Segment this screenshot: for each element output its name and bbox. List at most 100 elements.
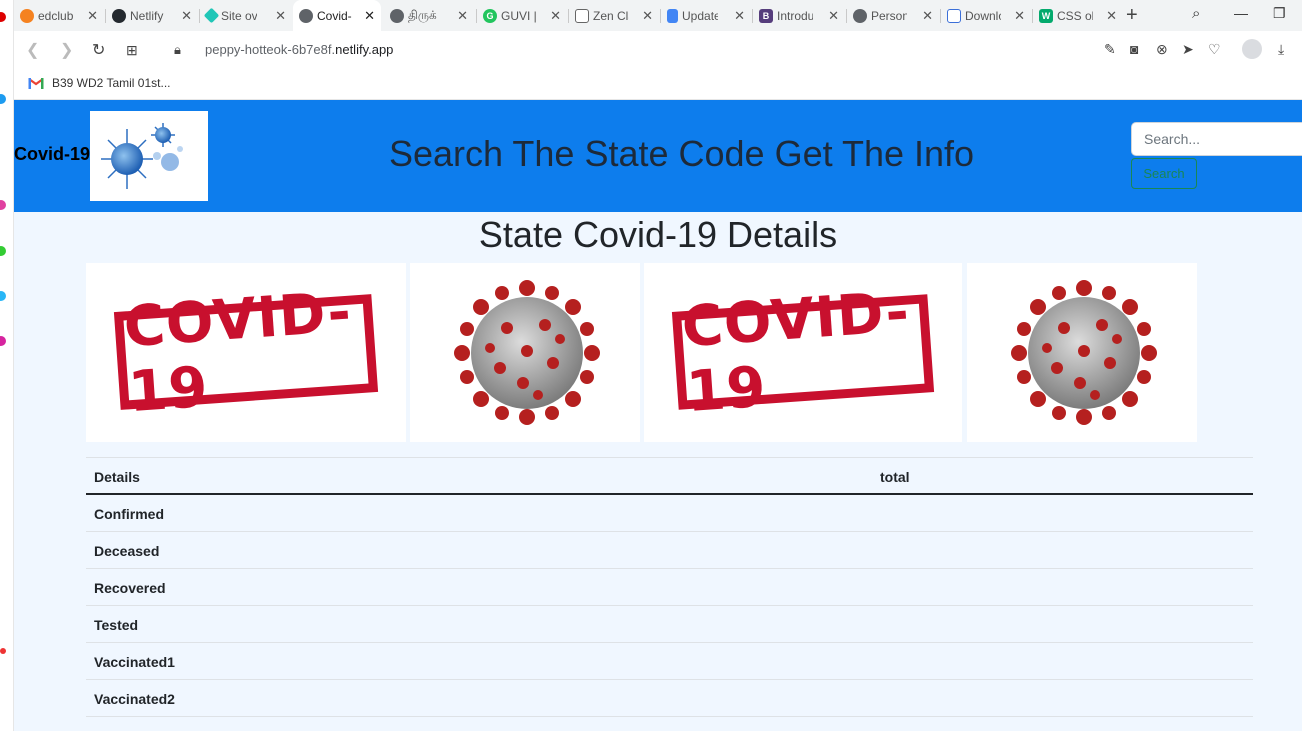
row-label: Confirmed — [94, 506, 164, 522]
close-icon[interactable]: ✕ — [828, 8, 839, 24]
search-tabs-icon[interactable]: ⌕ — [1192, 5, 1200, 22]
close-icon[interactable]: ✕ — [87, 8, 98, 24]
close-icon[interactable]: ✕ — [1014, 8, 1025, 24]
column-header-details: Details — [94, 469, 140, 485]
stamp-text: COVID-19 — [671, 280, 935, 425]
bookmark-label: B39 WD2 Tamil 01st... — [52, 76, 171, 90]
docs-icon — [667, 8, 678, 23]
globe-icon — [390, 8, 404, 23]
tab-label: GUVI | — [501, 8, 537, 23]
tab-label: Downlo — [965, 8, 1001, 23]
tab-zen-class[interactable]: Zen Cla ✕ — [569, 0, 659, 31]
restore-icon[interactable]: ❐ — [1273, 5, 1286, 22]
table-row: Recovered — [86, 569, 1253, 606]
header-title: Search The State Code Get The Info — [389, 133, 975, 174]
flag-icon — [947, 8, 961, 23]
bootstrap-icon: B — [759, 8, 773, 23]
tab-edclub[interactable]: edclub ✕ — [14, 0, 104, 31]
tab-update[interactable]: Update ✕ — [661, 0, 751, 31]
close-icon[interactable]: ✕ — [734, 8, 745, 24]
state-search-input[interactable] — [1131, 122, 1302, 156]
browser-window: edclub ✕ Netlify ✕ Site ov ✕ Covid- ✕ தி… — [0, 0, 1302, 731]
lock-icon[interactable]: 🔒︎ — [174, 42, 181, 58]
stamp-text: COVID-19 — [113, 280, 379, 425]
back-icon[interactable]: ❮ — [26, 40, 39, 60]
globe-icon — [299, 8, 313, 23]
app-icon[interactable] — [0, 12, 6, 22]
close-icon[interactable]: ✕ — [275, 8, 286, 24]
row-label: Recovered — [94, 580, 166, 596]
close-icon[interactable]: ✕ — [457, 8, 468, 24]
virus-logo — [90, 111, 208, 201]
brand-text[interactable]: Covid-19 — [14, 144, 90, 165]
share-icon[interactable]: ✎ — [1104, 41, 1116, 58]
bookmarks-bar: B39 WD2 Tamil 01st... — [14, 69, 1302, 100]
bookmark-item[interactable]: B39 WD2 Tamil 01st... — [28, 76, 171, 90]
tab-introduction[interactable]: B Introdu ✕ — [753, 0, 845, 31]
app-icon[interactable] — [0, 291, 6, 301]
close-icon[interactable]: ✕ — [181, 8, 192, 24]
app-icon[interactable] — [0, 200, 6, 210]
forward-icon[interactable]: ❯ — [60, 40, 73, 60]
navbar: Covid-19 Search The State Code Get The I… — [14, 100, 1302, 212]
tab-tamil[interactable]: திருக் ✕ — [384, 0, 474, 31]
state-details-table: Details total Confirmed Deceased Recover… — [86, 457, 1253, 717]
send-icon[interactable]: ➤ — [1182, 41, 1194, 58]
apps-grid-icon[interactable]: ⊞ — [126, 42, 138, 59]
row-label: Vaccinated2 — [94, 691, 175, 707]
tab-label: Site ov — [221, 8, 257, 23]
block-icon[interactable]: ⊗ — [1156, 41, 1168, 58]
close-icon[interactable]: ✕ — [922, 8, 933, 24]
profile-avatar-icon[interactable] — [1242, 39, 1262, 59]
os-sidebar — [0, 0, 14, 731]
camera-icon[interactable]: ◙ — [1130, 41, 1138, 57]
github-icon — [112, 8, 126, 23]
tab-netlify[interactable]: Netlify ✕ — [106, 0, 198, 31]
tab-covid-active[interactable]: Covid- ✕ — [293, 0, 381, 31]
tab-label: Netlify — [130, 8, 164, 23]
close-icon[interactable]: ✕ — [364, 8, 375, 24]
heart-icon[interactable]: ♡ — [1208, 41, 1221, 58]
guvi-icon: G — [483, 8, 497, 23]
tab-label: திருக் — [408, 7, 437, 22]
url-field[interactable]: peppy-hotteok-6b7e8f.netlify.app — [205, 42, 393, 57]
notification-dot — [0, 648, 6, 654]
table-row: Tested — [86, 606, 1253, 643]
column-header-total: total — [880, 469, 910, 485]
tab-personal[interactable]: Persona ✕ — [847, 0, 939, 31]
table-header-row: Details total — [86, 457, 1253, 495]
page-title: State Covid-19 Details — [478, 214, 838, 255]
tab-label: edclub — [38, 8, 74, 23]
search-button[interactable]: Search — [1131, 158, 1197, 189]
tab-css[interactable]: W CSS ob ✕ — [1033, 0, 1123, 31]
tab-label: Update — [682, 8, 718, 23]
new-tab-icon[interactable]: + — [1126, 4, 1138, 27]
minimize-icon[interactable]: — — [1234, 5, 1248, 21]
close-icon[interactable]: ✕ — [550, 8, 561, 24]
table-row: Vaccinated1 — [86, 643, 1253, 680]
w3schools-icon: W — [1039, 8, 1053, 23]
coronavirus-icon — [1011, 280, 1157, 425]
tab-download[interactable]: Downlo ✕ — [941, 0, 1031, 31]
gmail-icon — [28, 77, 44, 89]
row-label: Vaccinated1 — [94, 654, 175, 670]
table-row: Deceased — [86, 532, 1253, 569]
tab-guvi[interactable]: G GUVI | ✕ — [477, 0, 567, 31]
tab-label: Introdu — [777, 8, 813, 23]
reload-icon[interactable]: ↻ — [92, 40, 105, 60]
app-icon[interactable] — [0, 94, 6, 104]
app-icon[interactable] — [0, 336, 6, 346]
edclub-icon — [20, 8, 34, 23]
app-icon[interactable] — [0, 246, 6, 256]
covid19-stamp-image: COVID-19 — [644, 263, 962, 442]
table-row: Vaccinated2 — [86, 680, 1253, 717]
download-icon[interactable]: ⤓ — [1278, 41, 1284, 58]
tab-label: Zen Cla — [593, 8, 629, 23]
address-bar: ❮ ❯ ↻ ⊞ 🔒︎ peppy-hotteok-6b7e8f.netlify.… — [14, 31, 1302, 69]
close-icon[interactable]: ✕ — [1106, 8, 1117, 24]
tab-site-overview[interactable]: Site ov ✕ — [200, 0, 292, 31]
close-icon[interactable]: ✕ — [642, 8, 653, 24]
coronavirus-icon — [454, 280, 600, 425]
url-subdomain: peppy-hotteok-6b7e8f. — [205, 42, 336, 57]
coronavirus-image — [410, 263, 640, 442]
